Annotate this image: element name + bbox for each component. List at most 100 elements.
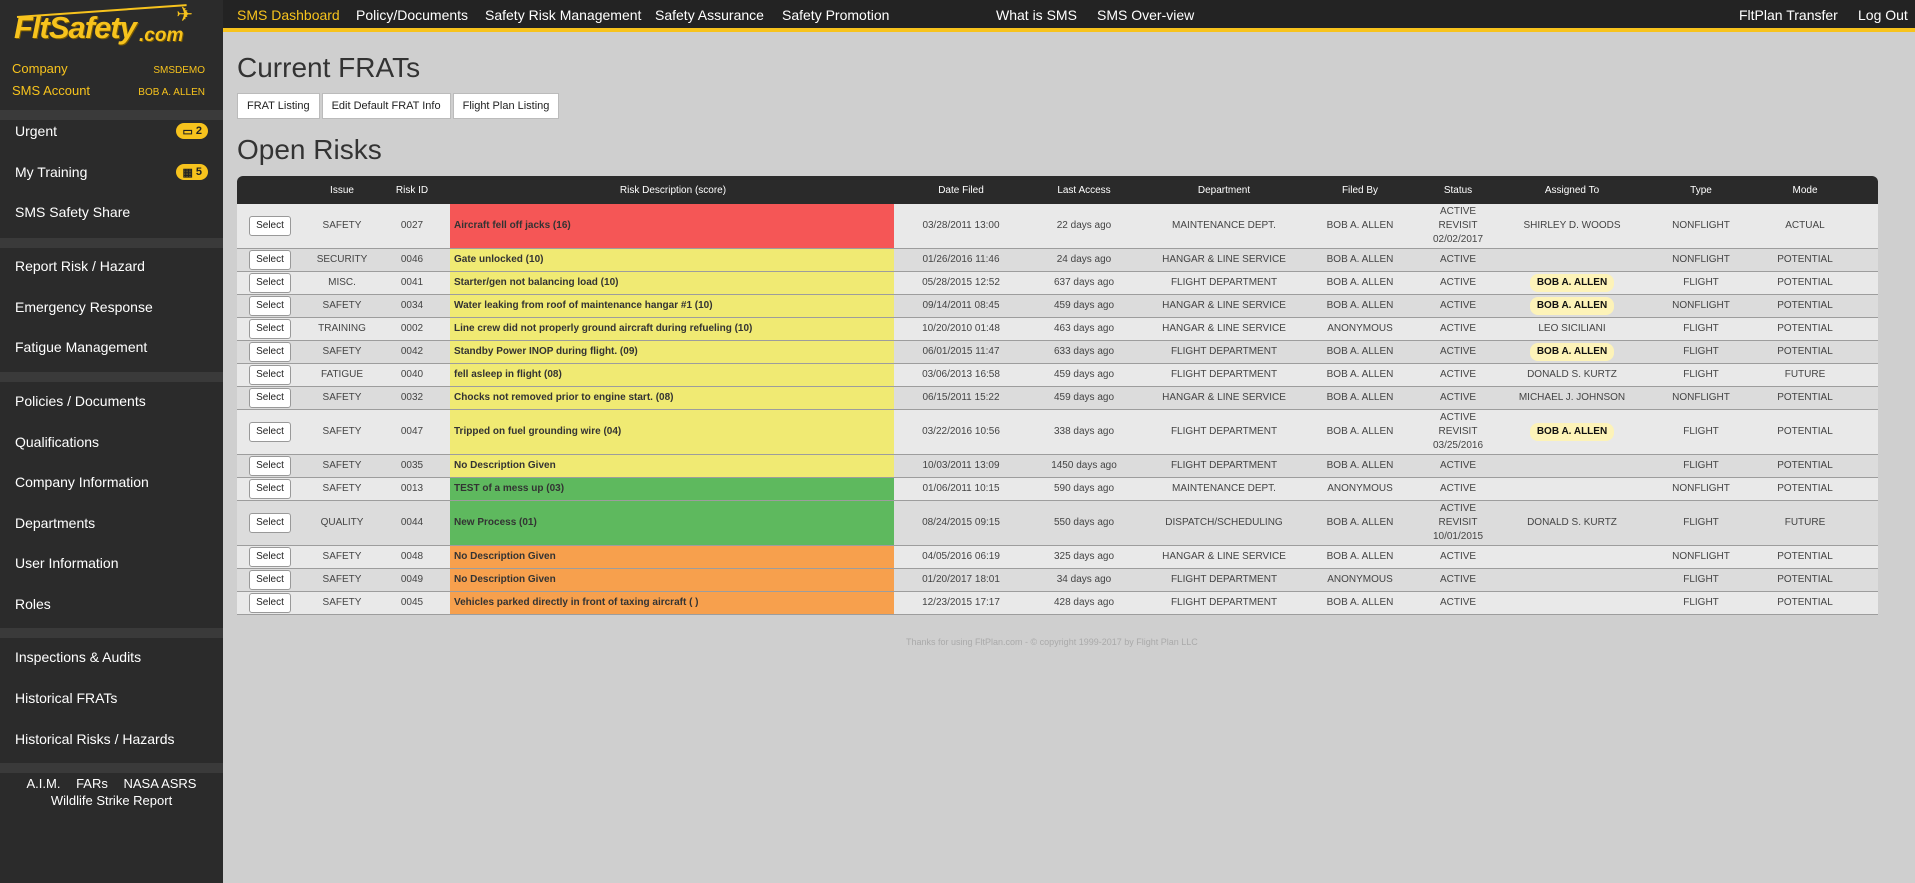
table-row: Select QUALITY 0044 New Process (01) 08/24/2… — [237, 501, 1878, 546]
company-label: Company — [12, 61, 68, 76]
sidebar-item-policies-documents[interactable]: Policies / Documents — [15, 386, 208, 416]
sidebar-item-report-risk[interactable]: Report Risk / Hazard — [15, 251, 208, 281]
select-button[interactable]: Select — [249, 456, 291, 476]
select-cell: Select — [237, 546, 303, 568]
filed-by-cell: BOB A. ALLEN — [1326, 460, 1394, 471]
select-button[interactable]: Select — [249, 547, 291, 567]
select-button[interactable]: Select — [249, 342, 291, 362]
wildlife-strike-link[interactable]: Wildlife Strike Report — [51, 793, 172, 808]
select-button[interactable]: Select — [249, 273, 291, 293]
select-button[interactable]: Select — [249, 365, 291, 385]
date-filed-cell: 01/06/2011 10:15 — [922, 483, 1000, 494]
filed-by-cell: BOB A. ALLEN — [1326, 392, 1394, 403]
select-button[interactable]: Select — [249, 296, 291, 316]
select-button[interactable]: Select — [249, 422, 291, 442]
frat-listing-button[interactable]: FRAT Listing — [237, 93, 320, 119]
department-cell: FLIGHT DEPARTMENT — [1170, 460, 1278, 471]
nav-safety-risk-management[interactable]: Safety Risk Management — [485, 0, 641, 29]
select-button[interactable]: Select — [249, 250, 291, 270]
nav-safety-promotion[interactable]: Safety Promotion — [782, 0, 889, 29]
sidebar-item-label: Historical Risks / Hazards — [15, 731, 175, 747]
select-cell: Select — [237, 592, 303, 614]
nav-policy-documents[interactable]: Policy/Documents — [356, 0, 468, 29]
col-header-filed-by: Filed By — [1341, 184, 1379, 196]
sidebar-item-fatigue-management[interactable]: Fatigue Management — [15, 332, 208, 362]
risk-description-cell: Water leaking from roof of maintenance h… — [450, 295, 894, 317]
sidebar-item-company-information[interactable]: Company Information — [15, 467, 208, 497]
sidebar-item-emergency-response[interactable]: Emergency Response — [15, 292, 208, 322]
type-cell: FLIGHT — [1683, 597, 1719, 608]
issue-cell: SAFETY — [322, 597, 362, 608]
sidebar-item-my-training[interactable]: My Training ▦ 5 — [15, 157, 208, 187]
risk-description-cell: TEST of a mess up (03) — [450, 478, 894, 500]
status-cell: ACTIVE — [1439, 392, 1477, 403]
sidebar-item-label: Emergency Response — [15, 299, 153, 315]
sidebar-item-inspections-audits[interactable]: Inspections & Audits — [15, 642, 208, 672]
nav-safety-assurance[interactable]: Safety Assurance — [655, 0, 764, 29]
select-button[interactable]: Select — [249, 319, 291, 339]
assigned-to-cell: DONALD S. KURTZ — [1527, 517, 1617, 528]
nav-log-out[interactable]: Log Out — [1858, 0, 1908, 29]
sidebar-item-historical-frats[interactable]: Historical FRATs — [15, 683, 208, 713]
type-cell: NONFLIGHT — [1672, 220, 1730, 231]
select-cell: Select — [237, 501, 303, 545]
select-cell: Select — [237, 318, 303, 340]
date-filed-cell: 03/22/2016 10:56 — [922, 426, 1000, 437]
select-cell: Select — [237, 364, 303, 386]
status-cell: ACTIVE REVISIT 02/02/2017 — [1432, 206, 1484, 245]
sidebar-item-urgent[interactable]: Urgent ▭ 2 — [15, 116, 208, 146]
last-access-cell: 34 days ago — [1056, 574, 1112, 585]
nasa-asrs-link[interactable]: NASA ASRS — [124, 776, 197, 791]
flight-plan-listing-button[interactable]: Flight Plan Listing — [452, 93, 560, 119]
issue-cell: MISC. — [328, 277, 356, 288]
select-button[interactable]: Select — [249, 570, 291, 590]
last-access-cell: 459 days ago — [1053, 369, 1115, 380]
select-button[interactable]: Select — [249, 513, 291, 533]
last-access-cell: 590 days ago — [1053, 483, 1115, 494]
sms-account-value: BOB A. ALLEN — [138, 87, 205, 98]
fars-link[interactable]: FARs — [76, 776, 108, 791]
logo-suffix: .com — [139, 25, 184, 46]
sidebar-item-departments[interactable]: Departments — [15, 508, 208, 538]
sidebar-item-qualifications[interactable]: Qualifications — [15, 427, 208, 457]
nav-what-is-sms[interactable]: What is SMS — [996, 0, 1077, 29]
select-button[interactable]: Select — [249, 388, 291, 408]
sidebar-item-user-information[interactable]: User Information — [15, 548, 208, 578]
aim-link[interactable]: A.I.M. — [27, 776, 61, 791]
issue-cell: SAFETY — [322, 392, 362, 403]
sidebar-item-label: SMS Safety Share — [15, 204, 131, 220]
mode-cell: FUTURE — [1784, 369, 1826, 380]
sidebar-item-historical-risks[interactable]: Historical Risks / Hazards — [15, 724, 208, 754]
sidebar-item-sms-safety-share[interactable]: SMS Safety Share — [15, 197, 208, 227]
status-cell: ACTIVE — [1439, 483, 1477, 494]
filed-by-cell: ANONYMOUS — [1327, 574, 1393, 585]
edit-default-frat-button[interactable]: Edit Default FRAT Info — [321, 93, 451, 119]
mode-cell: FUTURE — [1784, 517, 1826, 528]
fltsafety-logo[interactable]: ✈ FltSafety .com — [14, 4, 193, 50]
select-cell: Select — [237, 410, 303, 454]
nav-fltplan-transfer[interactable]: FltPlan Transfer — [1739, 0, 1838, 29]
risk-description-cell: No Description Given — [450, 546, 894, 568]
nav-sms-overview[interactable]: SMS Over-view — [1097, 0, 1194, 29]
page-title: Current FRATs — [237, 52, 421, 83]
mode-cell: POTENTIAL — [1777, 551, 1833, 562]
last-access-cell: 633 days ago — [1053, 346, 1115, 357]
mode-cell: POTENTIAL — [1777, 277, 1833, 288]
last-access-cell: 428 days ago — [1053, 597, 1115, 608]
filed-by-cell: BOB A. ALLEN — [1326, 426, 1394, 437]
status-cell: ACTIVE — [1439, 597, 1477, 608]
risk-id-cell: 0013 — [400, 483, 424, 494]
date-filed-cell: 01/26/2016 11:46 — [922, 254, 1000, 265]
type-cell: NONFLIGHT — [1672, 483, 1730, 494]
assigned-to-cell — [1501, 249, 1643, 271]
status-cell: ACTIVE — [1439, 300, 1477, 311]
select-button[interactable]: Select — [249, 216, 291, 236]
select-button[interactable]: Select — [249, 593, 291, 613]
nav-sms-dashboard[interactable]: SMS Dashboard — [237, 0, 340, 29]
mode-cell: ACTUAL — [1785, 220, 1825, 231]
select-cell: Select — [237, 478, 303, 500]
table-row: Select SAFETY 0027 Aircraft fell off jacks … — [237, 204, 1878, 249]
date-filed-cell: 04/05/2016 06:19 — [922, 551, 1000, 562]
select-button[interactable]: Select — [249, 479, 291, 499]
sidebar-item-roles[interactable]: Roles — [15, 589, 208, 619]
